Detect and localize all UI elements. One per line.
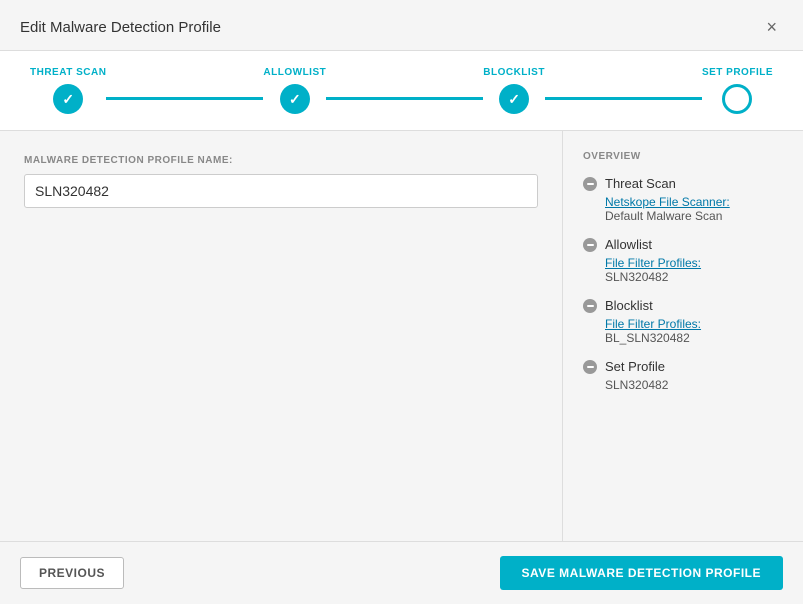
profile-name-label: MALWARE DETECTION PROFILE NAME: — [24, 155, 538, 166]
overview-section-set-profile: Set Profile SLN320482 — [583, 359, 783, 392]
overview-item-allowlist: Allowlist — [583, 237, 783, 252]
stepper-row: THREAT SCAN ✓ ALLOWLIST ✓ BLOCKLIST ✓ — [30, 67, 773, 114]
overview-sub-link-threat-scan: Netskope File Scanner: — [605, 195, 783, 209]
overview-section-threat-scan: Threat Scan Netskope File Scanner: Defau… — [583, 176, 783, 223]
step-allowlist: ALLOWLIST ✓ — [263, 67, 326, 114]
checkmark-allowlist: ✓ — [289, 91, 301, 108]
overview-title: OVERVIEW — [583, 151, 783, 162]
step-set-profile: SET PROFILE — [702, 67, 773, 114]
overview-item-threat-scan: Threat Scan — [583, 176, 783, 191]
step-circle-set-profile — [722, 84, 752, 114]
modal-title: Edit Malware Detection Profile — [20, 19, 221, 36]
overview-sub-blocklist: File Filter Profiles: BL_SLN320482 — [583, 317, 783, 345]
right-panel: OVERVIEW Threat Scan Netskope File Scann… — [563, 131, 803, 541]
overview-sub-link-blocklist: File Filter Profiles: — [605, 317, 783, 331]
step-blocklist: BLOCKLIST ✓ — [483, 67, 545, 114]
overview-section-title-threat-scan: Threat Scan — [605, 176, 676, 191]
step-label-threat-scan: THREAT SCAN — [30, 67, 106, 78]
overview-sub-value-set-profile: SLN320482 — [605, 378, 783, 392]
checkmark-threat-scan: ✓ — [62, 91, 74, 108]
overview-section-allowlist: Allowlist File Filter Profiles: SLN32048… — [583, 237, 783, 284]
left-panel: MALWARE DETECTION PROFILE NAME: — [0, 131, 563, 541]
step-line-3 — [545, 97, 702, 100]
overview-item-set-profile: Set Profile — [583, 359, 783, 374]
save-button[interactable]: SAVE MALWARE DETECTION PROFILE — [500, 556, 783, 590]
overview-sub-set-profile: SLN320482 — [583, 378, 783, 392]
step-label-set-profile: SET PROFILE — [702, 67, 773, 78]
modal-header: Edit Malware Detection Profile × — [0, 0, 803, 51]
modal-body: MALWARE DETECTION PROFILE NAME: OVERVIEW… — [0, 131, 803, 541]
overview-section-title-allowlist: Allowlist — [605, 237, 652, 252]
step-circle-allowlist: ✓ — [280, 84, 310, 114]
overview-section-blocklist: Blocklist File Filter Profiles: BL_SLN32… — [583, 298, 783, 345]
step-circle-blocklist: ✓ — [499, 84, 529, 114]
profile-name-input[interactable] — [24, 174, 538, 208]
step-line-2 — [326, 97, 483, 100]
minus-icon-set-profile — [583, 360, 597, 374]
overview-item-blocklist: Blocklist — [583, 298, 783, 313]
overview-sub-link-allowlist: File Filter Profiles: — [605, 256, 783, 270]
overview-sub-allowlist: File Filter Profiles: SLN320482 — [583, 256, 783, 284]
minus-icon-threat-scan — [583, 177, 597, 191]
overview-sub-value-threat-scan: Default Malware Scan — [605, 209, 783, 223]
overview-sub-value-blocklist: BL_SLN320482 — [605, 331, 783, 345]
minus-icon-allowlist — [583, 238, 597, 252]
modal-footer: PREVIOUS SAVE MALWARE DETECTION PROFILE — [0, 541, 803, 604]
step-circle-threat-scan: ✓ — [53, 84, 83, 114]
checkmark-blocklist: ✓ — [508, 91, 520, 108]
step-label-blocklist: BLOCKLIST — [483, 67, 545, 78]
step-label-allowlist: ALLOWLIST — [263, 67, 326, 78]
overview-sub-threat-scan: Netskope File Scanner: Default Malware S… — [583, 195, 783, 223]
step-threat-scan: THREAT SCAN ✓ — [30, 67, 106, 114]
minus-icon-blocklist — [583, 299, 597, 313]
overview-section-title-blocklist: Blocklist — [605, 298, 653, 313]
stepper: THREAT SCAN ✓ ALLOWLIST ✓ BLOCKLIST ✓ — [0, 51, 803, 131]
modal: Edit Malware Detection Profile × THREAT … — [0, 0, 803, 604]
step-line-1 — [106, 97, 263, 100]
overview-section-title-set-profile: Set Profile — [605, 359, 665, 374]
close-button[interactable]: × — [760, 16, 783, 38]
overview-sub-value-allowlist: SLN320482 — [605, 270, 783, 284]
previous-button[interactable]: PREVIOUS — [20, 557, 124, 589]
